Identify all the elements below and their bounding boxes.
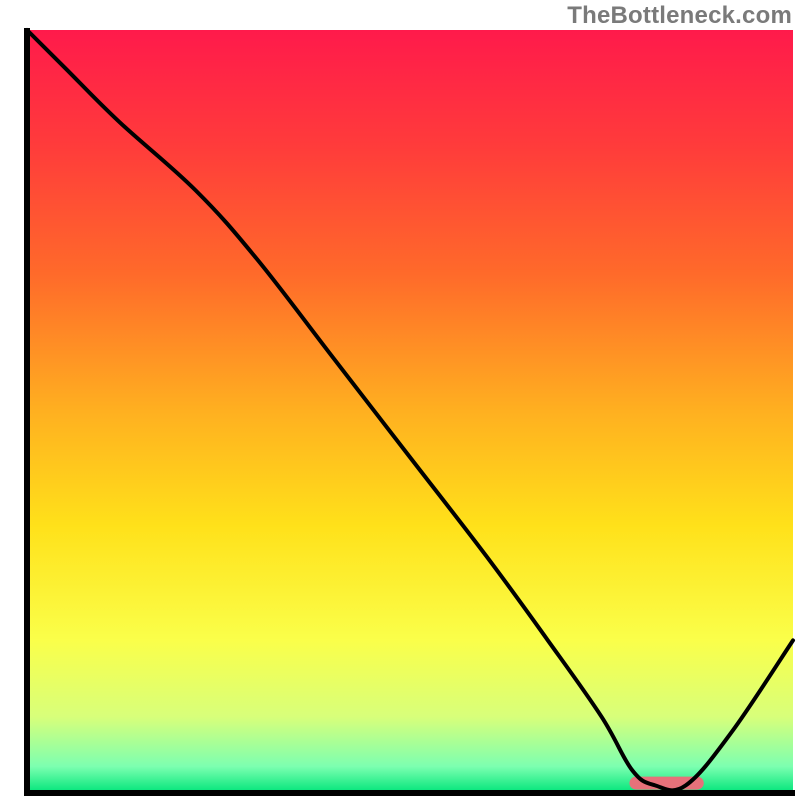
bottleneck-chart [0,0,800,800]
attribution-text: TheBottleneck.com [567,2,792,30]
